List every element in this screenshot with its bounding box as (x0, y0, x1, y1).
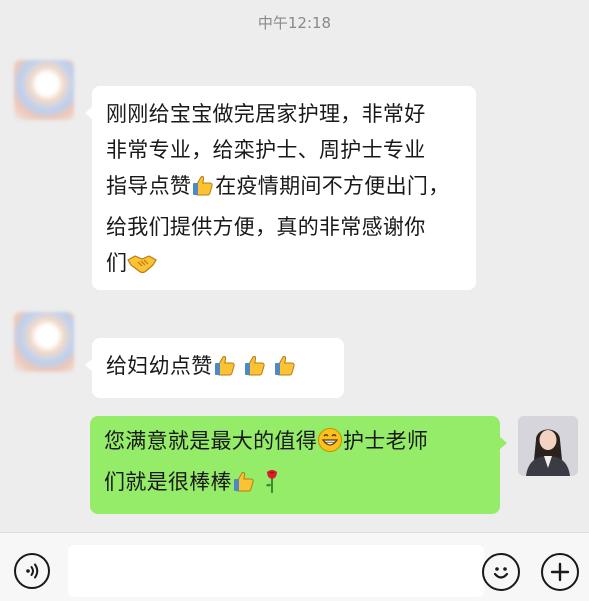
plus-icon (549, 561, 571, 583)
thumbs-up-icon (273, 353, 297, 389)
message-line-3: 指导点赞 在疫情期间不方便出门， (106, 168, 462, 209)
message-line-5: 们 (106, 245, 462, 286)
timestamp: 中午12:18 (257, 14, 332, 32)
grinning-face-icon (317, 427, 343, 464)
sender-avatar[interactable] (14, 60, 74, 120)
message-line-1-part-1: 您满意就是最大的值得 (104, 429, 317, 453)
emoji-button[interactable] (482, 553, 520, 591)
sender-avatar[interactable] (14, 312, 74, 372)
message-input[interactable] (68, 545, 484, 597)
thumbs-up-icon (232, 469, 256, 505)
message-bubble-3[interactable]: 您满意就是最大的值得 护士老师 们就是很棒棒 (90, 416, 507, 514)
message-line-2-part-1: 们就是很棒棒 (104, 470, 232, 494)
my-avatar[interactable] (518, 416, 578, 476)
message-text: 给妇幼点赞 (106, 354, 213, 378)
message-line-1-part-2: 护士老师 (343, 429, 429, 453)
voice-button[interactable] (14, 553, 50, 589)
thumbs-up-icon (213, 353, 237, 389)
handshake-icon (127, 250, 158, 286)
message-bubble-2[interactable]: 给妇幼点赞 (85, 338, 344, 398)
input-bar (0, 532, 589, 601)
thumbs-up-icon (191, 173, 215, 209)
message-line-5-part-1: 们 (106, 251, 128, 275)
message-line-2: 非常专业，给栾护士、周护士专业 (106, 138, 426, 162)
voice-icon (22, 561, 42, 581)
message-line-4: 给我们提供方便，真的非常感谢你 (106, 215, 426, 239)
message-line-3-part-1: 指导点赞 (106, 174, 192, 198)
message-line-1: 您满意就是最大的值得 护士老师 (104, 423, 486, 464)
smiley-icon (489, 560, 513, 584)
message-line-1: 刚刚给宝宝做完居家护理，非常好 (106, 102, 426, 126)
message-line-2: 们就是很棒棒 (104, 464, 486, 505)
more-button[interactable] (541, 553, 579, 591)
rose-icon (264, 468, 280, 505)
thumbs-up-icon (243, 353, 267, 389)
message-bubble-1[interactable]: 刚刚给宝宝做完居家护理，非常好 非常专业，给栾护士、周护士专业 指导点赞 在疫情… (85, 86, 476, 290)
message-line-3-part-2: 在疫情期间不方便出门， (215, 174, 450, 198)
